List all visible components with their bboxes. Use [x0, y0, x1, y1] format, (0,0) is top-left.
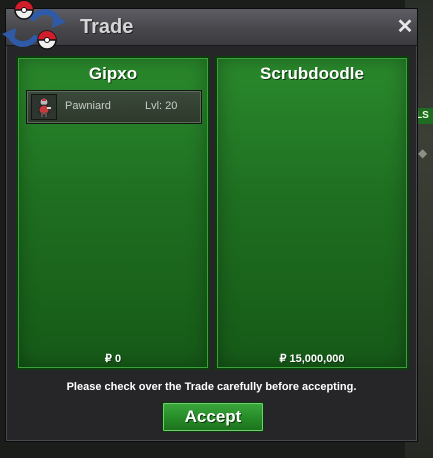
my-offer-panel: Gipxo Pawniard Lvl: 20 ₽ 0 — [16, 56, 210, 370]
trade-notice: Please check over the Trade carefully be… — [66, 381, 357, 393]
background-arrow-icon: ◆ — [418, 146, 428, 160]
my-money-offer: ₽ 0 — [104, 353, 122, 365]
partner-money-offer: ₽ 15,000,000 — [279, 353, 345, 365]
partner-player-name: Scrubdoodle — [260, 64, 364, 83]
pokemon-level: Lvl: 20 — [145, 100, 178, 112]
my-player-name: Gipxo — [88, 64, 138, 83]
partner-offer-panel: Scrubdoodle ₽ 15,000,000 — [215, 56, 409, 370]
trade-window: Trade ✕ Gipxo Pawniard Lvl: 20 ₽ 0 Scrub… — [5, 8, 418, 442]
trade-logo-icon — [0, 0, 70, 52]
close-button[interactable]: ✕ — [396, 17, 414, 37]
offered-pokemon-slot[interactable]: Pawniard Lvl: 20 — [26, 90, 202, 124]
close-icon: ✕ — [396, 16, 414, 38]
pokemon-name: Pawniard — [65, 100, 111, 112]
accept-button[interactable]: Accept — [162, 402, 264, 432]
pawniard-sprite-icon — [31, 94, 57, 120]
window-title: Trade — [80, 16, 134, 38]
